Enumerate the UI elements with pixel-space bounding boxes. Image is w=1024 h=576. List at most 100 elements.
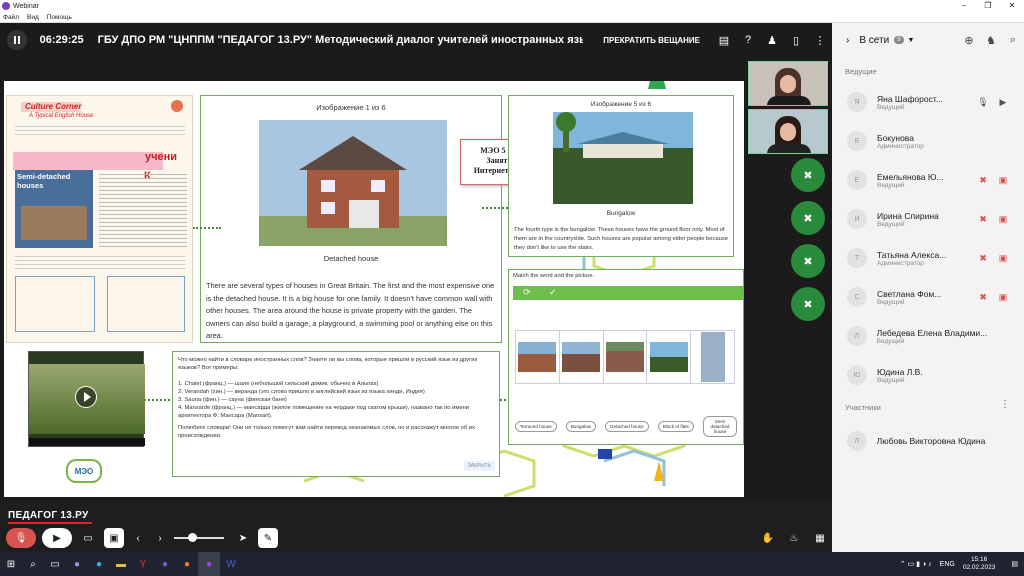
language-indicator[interactable]: ENG [940, 561, 955, 568]
notifications-icon[interactable]: ▤ [1011, 560, 1018, 568]
video-player[interactable] [28, 351, 145, 447]
mic-off-icon[interactable]: ✖ [973, 175, 993, 186]
participants-icon[interactable]: ♟ [760, 34, 784, 47]
match-title: Match the word and the picture. [513, 273, 595, 279]
explorer-icon[interactable]: ▬ [110, 552, 132, 576]
mic-off-icon[interactable]: ✖ [973, 253, 993, 264]
host-row-6[interactable]: С Светлана Фом... Ведущий ✖ ▣ [832, 278, 1024, 316]
host-row-5[interactable]: Т Татьяна Алекса... Администратор ✖ ▣ [832, 239, 1024, 277]
minimize-icon[interactable]: – [952, 0, 976, 12]
host-row-8[interactable]: Ю Юдина Л.В. Ведущий [832, 356, 1024, 394]
mic-icon[interactable]: 🎙 [973, 97, 993, 108]
mic-off-icon[interactable]: ✖ [973, 214, 993, 225]
webinar-taskbar-icon[interactable]: ● [154, 552, 176, 576]
host-row-4[interactable]: И Ирина Спирина Ведущий ✖ ▣ [832, 200, 1024, 238]
match-word-2[interactable]: Bungalow [565, 421, 597, 432]
match-word-5[interactable]: Semi detached house [703, 416, 737, 437]
match-picture-2[interactable] [560, 331, 604, 383]
online-label[interactable]: В сети [859, 35, 889, 46]
mic-toggle-button[interactable]: 🎙 [6, 528, 36, 548]
word-icon[interactable]: W [220, 552, 242, 576]
pointer-icon[interactable]: ➤ [234, 528, 252, 548]
layout-icon[interactable]: ▦ [810, 528, 830, 548]
screen-share-icon[interactable]: ▭ [78, 528, 98, 548]
match-word-1[interactable]: Terraced house [515, 421, 557, 432]
mic-off-icon[interactable]: ✖ [973, 292, 993, 303]
avatar: Я [847, 92, 867, 112]
camera-off-icon[interactable]: ▣ [993, 175, 1013, 186]
camera-toggle-button[interactable]: ▶ [42, 528, 72, 548]
match-word-3[interactable]: Detached house [605, 421, 649, 432]
online-dropdown-icon[interactable]: ▼ [908, 37, 915, 44]
yandex-icon[interactable]: Y [132, 552, 154, 576]
presentation-mode-button[interactable]: ▣ [104, 528, 124, 548]
webcam-host-2[interactable] [748, 109, 828, 154]
edge-icon[interactable]: ● [88, 552, 110, 576]
refresh-icon[interactable]: ⟳ [523, 287, 531, 298]
participant-row-1[interactable]: Л Любовь Викторовна Юдина [832, 422, 1024, 460]
host-row-3[interactable]: Е Емельянова Ю... Ведущий ✖ ▣ [832, 161, 1024, 199]
avatar: Т [847, 248, 867, 268]
host-role: Ведущий [876, 337, 905, 345]
pause-button[interactable] [7, 30, 27, 50]
webcam-host-1[interactable] [748, 61, 828, 106]
book-title: Culture Corner [25, 102, 82, 111]
start-icon[interactable]: ⊞ [0, 552, 22, 576]
menu-file[interactable]: Файл [3, 14, 19, 21]
menu-view[interactable]: Вид [27, 14, 39, 21]
draw-tool-icon[interactable]: ✎ [258, 528, 278, 548]
close-icon[interactable]: ✕ [1000, 0, 1024, 12]
host-role: Ведущий [877, 181, 905, 189]
task-view-icon[interactable]: ▭ [44, 552, 66, 576]
match-word-4[interactable]: Block of flats [657, 421, 694, 432]
host-name: Бокунова [877, 132, 914, 143]
question-icon[interactable]: ? [736, 34, 760, 47]
reactions-icon[interactable]: ♨ [784, 528, 804, 548]
camera-off-icon[interactable]: ▣ [993, 253, 1013, 264]
chat-icon[interactable]: ▤ [712, 34, 736, 47]
app-icon-1[interactable]: ● [66, 552, 88, 576]
firefox-icon[interactable]: ● [176, 552, 198, 576]
book-page-image: Culture Corner A Typical English House у… [6, 95, 193, 343]
group-icon[interactable]: ♞ [980, 34, 1002, 47]
menu-help[interactable]: Помощь [47, 14, 72, 21]
host-row-7[interactable]: Л Лебедева Елена Владими... Ведущий [832, 317, 1024, 355]
camera-off-icon[interactable]: ▣ [993, 292, 1013, 303]
add-participant-icon[interactable]: ⊕ [958, 34, 980, 47]
match-picture-5[interactable] [691, 331, 734, 383]
tray-icons[interactable]: ⌃ ▭ ▮ ◑ ♪ [900, 560, 932, 568]
stop-broadcast-button[interactable]: ПРЕКРАТИТЬ ВЕЩАНИЕ [603, 36, 700, 45]
camera-icon[interactable]: ▶ [993, 97, 1013, 108]
event-title: ГБУ ДПО РМ "ЦНППМ "ПЕДАГОГ 13.РУ" Методи… [97, 34, 584, 46]
file-icon[interactable]: ▯ [784, 34, 808, 47]
prev-slide-icon[interactable]: ‹ [130, 528, 146, 548]
match-picture-1[interactable] [516, 331, 560, 383]
search-taskbar-icon[interactable]: ⌕ [22, 552, 44, 576]
close-note-button[interactable]: ЗАКРЫТЬ [463, 461, 495, 471]
mic-off-icon-3[interactable]: ✖ [791, 244, 825, 278]
active-app-icon[interactable]: ● [198, 552, 220, 576]
taskbar-clock[interactable]: 15:16 02.02.2023 [963, 556, 996, 572]
check-icon[interactable]: ✓ [549, 287, 557, 298]
collapse-panel-icon[interactable]: › [846, 35, 849, 46]
host-row-2[interactable]: Б Бокунова Администратор [832, 122, 1024, 160]
next-slide-icon[interactable]: › [152, 528, 168, 548]
video-controls-bar[interactable] [29, 438, 145, 446]
more-icon[interactable]: ⋮ [808, 34, 832, 47]
mic-off-icon-2[interactable]: ✖ [791, 201, 825, 235]
match-picture-3[interactable] [604, 331, 648, 383]
raise-hand-icon[interactable]: ✋ [758, 528, 778, 548]
mic-off-icon-4[interactable]: ✖ [791, 287, 825, 321]
maximize-icon[interactable]: ❐ [976, 0, 1000, 12]
search-icon[interactable]: ⌕ [1002, 34, 1024, 47]
participants-more-icon[interactable]: ⋮ [1000, 399, 1010, 410]
host-role: Ведущий [877, 103, 905, 111]
clock-time: 15:16 [970, 556, 988, 563]
camera-off-icon[interactable]: ▣ [993, 214, 1013, 225]
match-picture-4[interactable] [647, 331, 692, 383]
mic-off-icon-1[interactable]: ✖ [791, 158, 825, 192]
volume-slider[interactable] [174, 533, 224, 542]
webinar-app-icon [2, 2, 10, 10]
host-row-1[interactable]: Я Яна Шафорост... Ведущий 🎙 ▶ [832, 83, 1024, 121]
bungalow-photo [553, 112, 693, 204]
